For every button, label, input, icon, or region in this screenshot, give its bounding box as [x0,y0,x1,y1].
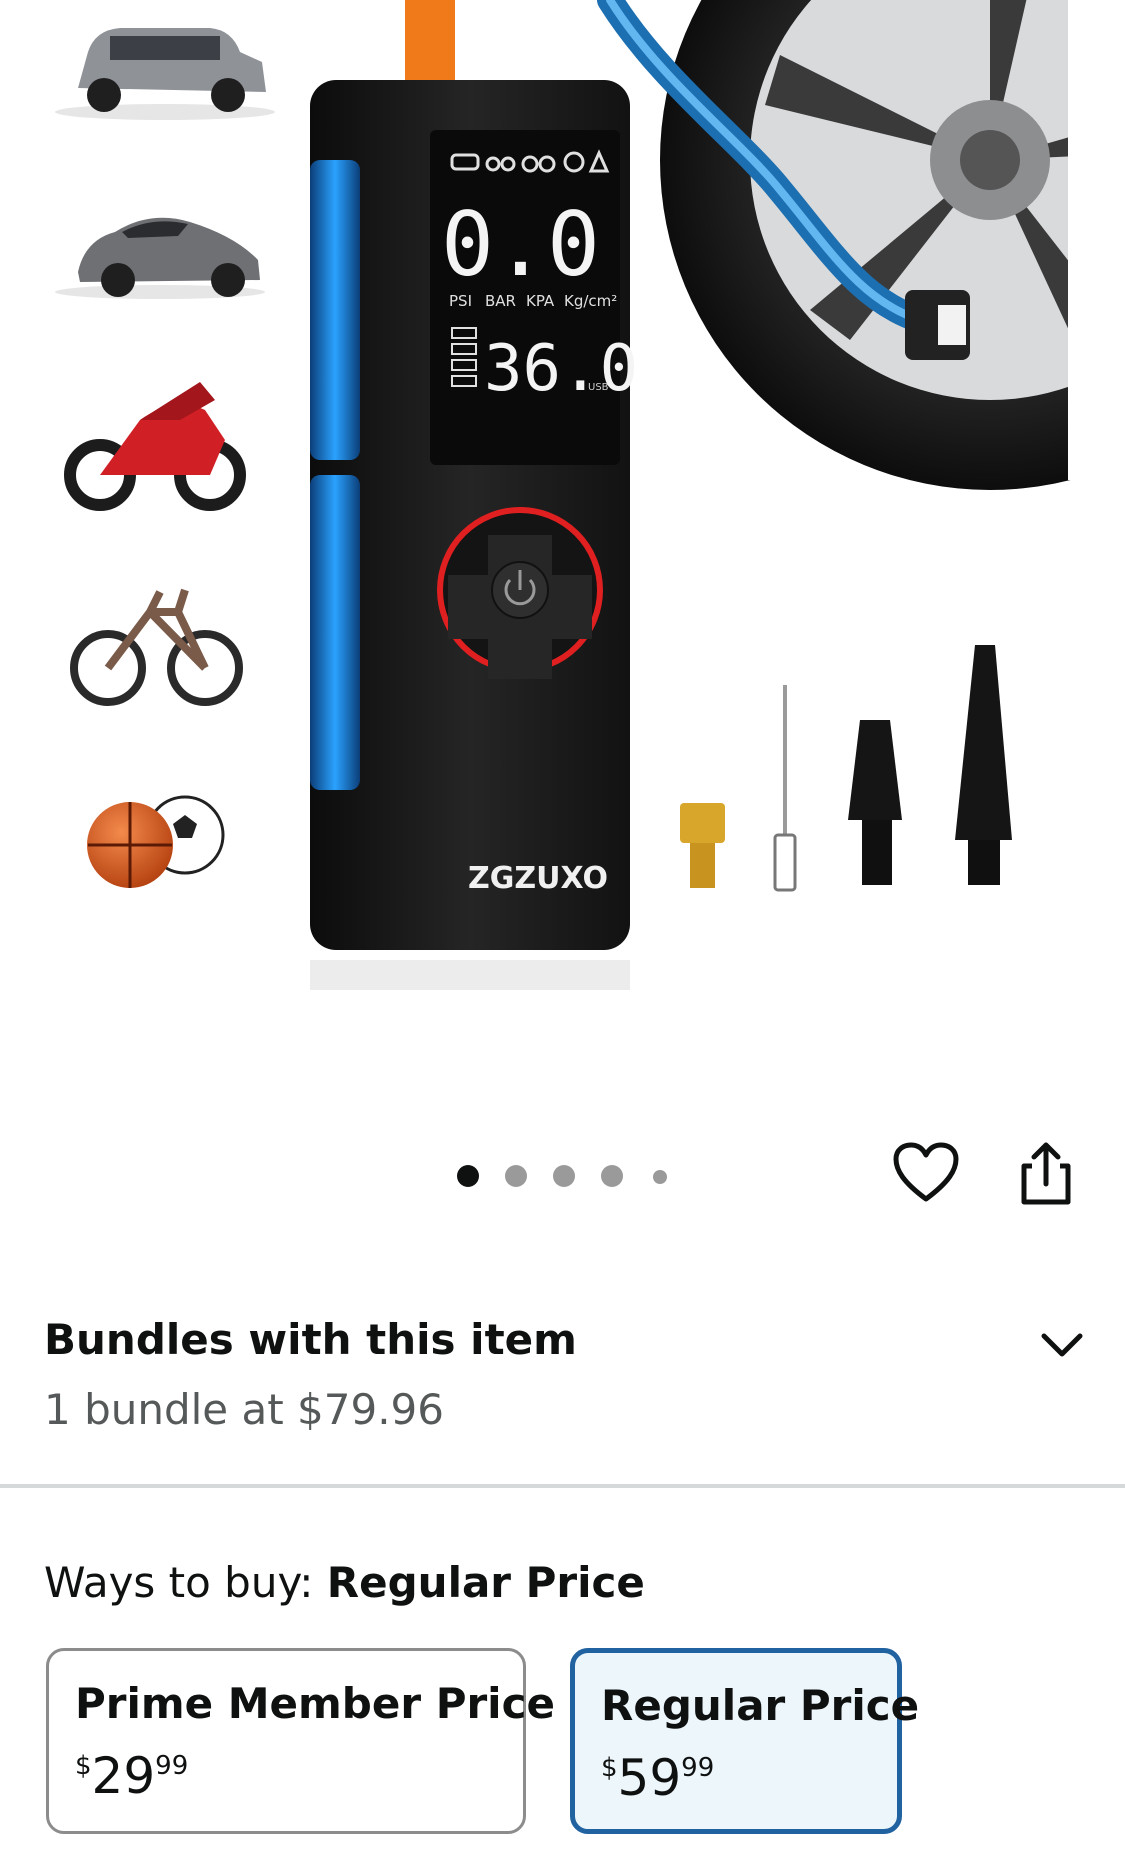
share-button[interactable] [1018,1140,1074,1206]
heart-icon [893,1142,959,1202]
carousel-dot-3[interactable] [553,1165,575,1187]
carousel-dot-4[interactable] [601,1165,623,1187]
tire-image [660,0,1125,490]
display-main-reading: 0.0 [441,193,600,296]
brand-logo: ZGZUXO [468,861,608,896]
svg-text:PSI: PSI [449,292,472,310]
svg-text:BAR: BAR [485,292,516,310]
sports-car-image [55,217,265,299]
option-price: $5999 [601,1749,715,1807]
ways-to-buy-label: Ways to buy: [44,1558,314,1607]
suv-image [55,28,275,120]
accessories-image [680,645,1012,892]
bundles-section[interactable]: Bundles with this item 1 bundle at $79.9… [44,1310,1084,1440]
regular-price-option[interactable]: Regular Price $5999 [570,1648,919,1834]
option-name: Regular Price [601,1681,920,1730]
prime-price-option[interactable]: Prime Member Price $2999 [46,1648,555,1834]
motorcycle-image [64,382,246,511]
display-battery-reading: 36.0 [484,332,638,406]
ways-to-buy-heading: Ways to buy: Regular Price [44,1555,645,1611]
orange-nozzle [405,0,455,90]
bicycle-image [70,588,243,706]
share-icon [1021,1142,1071,1205]
balls-image [87,795,225,888]
ways-to-buy-selected: Regular Price [326,1558,645,1607]
inflator-device: 0.0 PSI BAR KPA Kg/cm² 36.0 USB ZGZUXO [310,80,638,990]
option-price: $2999 [75,1747,189,1805]
bundles-title: Bundles with this item [44,1315,577,1364]
carousel-dot-2[interactable] [505,1165,527,1187]
option-name: Prime Member Price [75,1679,555,1728]
section-divider [0,1484,1125,1488]
svg-text:Kg/cm²: Kg/cm² [564,292,617,310]
display-usb-label: USB [588,382,609,393]
chevron-down-icon[interactable] [1040,1330,1084,1360]
carousel-dot-5[interactable] [653,1170,667,1184]
favorite-button[interactable] [893,1142,959,1204]
carousel-dot-1[interactable] [457,1165,479,1187]
svg-text:KPA: KPA [526,292,555,310]
bundles-subtitle: 1 bundle at $79.96 [44,1385,445,1434]
product-image[interactable]: 0.0 PSI BAR KPA Kg/cm² 36.0 USB ZGZUXO [0,0,1125,1150]
